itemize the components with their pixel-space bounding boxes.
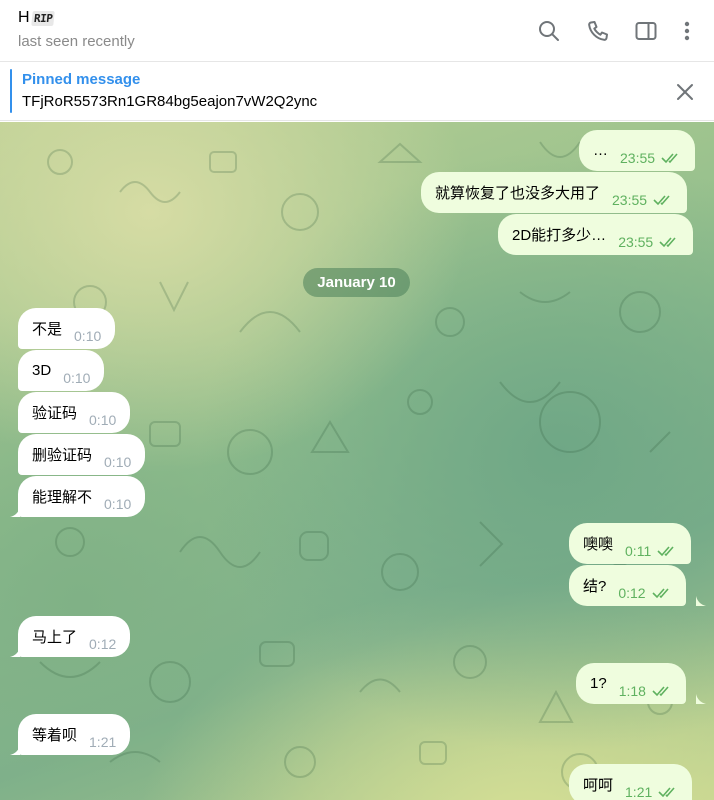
message-text: 就算恢复了也没多大用了 bbox=[435, 185, 601, 202]
message-list[interactable]: January 10 … 23:55 就算恢复了也没多大用了 23:55 2D能… bbox=[0, 122, 714, 800]
read-checkmarks-icon bbox=[659, 236, 676, 247]
message-time: 23:55 bbox=[620, 149, 656, 166]
phone-icon[interactable] bbox=[586, 19, 610, 43]
message-time: 1:21 bbox=[89, 733, 117, 750]
message-bubble-outgoing[interactable]: … 23:55 bbox=[579, 130, 696, 171]
chat-title[interactable]: H RIP bbox=[18, 9, 55, 27]
chat-status: last seen recently bbox=[18, 33, 135, 50]
message-bubble-outgoing[interactable]: 就算恢复了也没多大用了 23:55 bbox=[421, 172, 688, 213]
bubble-tail bbox=[696, 694, 706, 704]
bubble-tail bbox=[10, 647, 20, 657]
pinned-title: Pinned message bbox=[22, 71, 141, 88]
message-text: 呵呵 bbox=[583, 777, 614, 794]
message-time: 0:12 bbox=[89, 635, 117, 652]
message-text: 不是 bbox=[32, 321, 63, 338]
message-bubble-outgoing[interactable]: 呵呵 1:21 bbox=[569, 764, 693, 800]
message-bubble-outgoing[interactable]: 结? 0:12 bbox=[569, 565, 686, 606]
message-bubble-outgoing[interactable]: 1? 1:18 bbox=[576, 663, 686, 704]
message-bubble-outgoing[interactable]: 噢噢 0:11 bbox=[569, 523, 692, 564]
message-time: 0:10 bbox=[89, 411, 117, 428]
message-bubble-incoming[interactable]: 删验证码 0:10 bbox=[18, 434, 146, 475]
message-bubble-outgoing[interactable]: 2D能打多少… 23:55 bbox=[498, 214, 694, 255]
pinned-message-bar[interactable]: Pinned message TFjRoR5573Rn1GR84bg5eajon… bbox=[0, 63, 714, 121]
bubble-tail bbox=[10, 507, 20, 517]
message-bubble-incoming[interactable]: 等着呗 1:21 bbox=[18, 714, 131, 755]
message-text: 1? bbox=[590, 675, 607, 692]
message-text: 等着呗 bbox=[32, 727, 78, 744]
bubble-tail bbox=[696, 596, 706, 606]
read-checkmarks-icon bbox=[657, 545, 674, 556]
more-vertical-icon[interactable] bbox=[675, 19, 699, 43]
message-time: 23:55 bbox=[618, 233, 654, 250]
chat-name-badge: RIP bbox=[30, 10, 55, 26]
message-time: 1:21 bbox=[625, 783, 653, 800]
message-text: 能理解不 bbox=[32, 489, 93, 506]
message-bubble-incoming[interactable]: 不是 0:10 bbox=[18, 308, 116, 349]
read-checkmarks-icon bbox=[652, 587, 669, 598]
message-time: 0:12 bbox=[618, 584, 646, 601]
close-icon[interactable] bbox=[674, 81, 696, 103]
chat-header: H RIP last seen recently bbox=[0, 0, 714, 62]
message-time: 0:10 bbox=[104, 495, 132, 512]
message-text: … bbox=[593, 142, 608, 159]
message-time: 0:10 bbox=[63, 369, 91, 386]
pinned-text: TFjRoR5573Rn1GR84bg5eajon7vW2Q2ync bbox=[22, 93, 318, 110]
message-text: 2D能打多少… bbox=[512, 227, 607, 244]
message-time: 23:55 bbox=[612, 191, 648, 208]
message-text: 验证码 bbox=[32, 405, 78, 422]
message-time: 1:18 bbox=[618, 682, 646, 699]
message-text: 删验证码 bbox=[32, 447, 93, 464]
message-time: 0:10 bbox=[104, 453, 132, 470]
pinned-accent-bar bbox=[10, 69, 12, 113]
read-checkmarks-icon bbox=[652, 685, 669, 696]
message-text: 马上了 bbox=[32, 629, 78, 646]
read-checkmarks-icon bbox=[661, 152, 678, 163]
message-text: 结? bbox=[583, 578, 607, 595]
message-bubble-incoming[interactable]: 3D 0:10 bbox=[18, 350, 105, 391]
message-bubble-incoming[interactable]: 验证码 0:10 bbox=[18, 392, 131, 433]
sidebar-toggle-icon[interactable] bbox=[634, 19, 658, 43]
message-time: 0:11 bbox=[625, 542, 652, 559]
date-separator: January 10 bbox=[303, 268, 410, 297]
message-bubble-incoming[interactable]: 马上了 0:12 bbox=[18, 616, 131, 657]
bubble-tail bbox=[10, 745, 20, 755]
search-icon[interactable] bbox=[537, 19, 561, 43]
message-text: 噢噢 bbox=[583, 536, 614, 553]
message-time: 0:10 bbox=[74, 327, 102, 344]
chat-name: H bbox=[18, 9, 30, 26]
read-checkmarks-icon bbox=[653, 194, 670, 205]
message-text: 3D bbox=[32, 362, 52, 379]
read-checkmarks-icon bbox=[658, 786, 675, 797]
message-bubble-incoming[interactable]: 能理解不 0:10 bbox=[18, 476, 146, 517]
